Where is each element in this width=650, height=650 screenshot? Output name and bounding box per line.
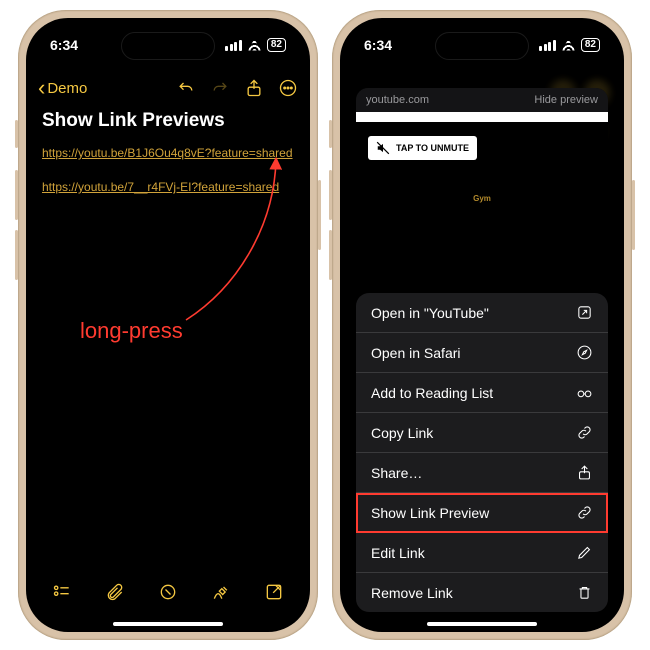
menu-label: Open in Safari — [371, 345, 461, 361]
tap-to-unmute-button[interactable]: TAP TO UNMUTE — [368, 136, 477, 160]
page-title: Show Link Previews — [42, 110, 294, 132]
share-icon[interactable] — [244, 78, 264, 98]
battery-indicator: 82 — [581, 38, 600, 52]
redo-icon — [210, 78, 230, 98]
link-icon — [576, 504, 593, 521]
handwriting-icon[interactable] — [211, 582, 231, 602]
menu-label: Add to Reading List — [371, 385, 493, 401]
undo-icon[interactable] — [176, 78, 196, 98]
back-button[interactable]: ‹ Demo — [38, 77, 87, 99]
menu-copy-link[interactable]: Copy Link — [356, 413, 608, 453]
context-menu: Open in "YouTube" Open in Safari Add to … — [356, 293, 608, 612]
attachment-icon[interactable] — [105, 582, 125, 602]
link-icon — [576, 424, 593, 441]
menu-label: Edit Link — [371, 545, 425, 561]
menu-label: Share… — [371, 465, 422, 481]
status-time: 6:34 — [50, 37, 78, 53]
wifi-icon — [247, 40, 262, 51]
link-1[interactable]: https://youtu.be/B1J6Ou4q8vE?feature=sha… — [42, 146, 294, 160]
phone-right: 6:34 82 youtube.com Hide preview TAP — [332, 10, 632, 640]
menu-label: Show Link Preview — [371, 505, 489, 521]
menu-open-in-youtube[interactable]: Open in "YouTube" — [356, 293, 608, 333]
wifi-icon — [561, 40, 576, 51]
checklist-icon[interactable] — [52, 582, 72, 602]
trash-icon — [576, 584, 593, 601]
menu-label: Copy Link — [371, 425, 433, 441]
dynamic-island — [435, 32, 529, 60]
menu-add-reading-list[interactable]: Add to Reading List — [356, 373, 608, 413]
share-icon — [576, 464, 593, 481]
preview-url-bar — [356, 112, 608, 122]
unmute-label: TAP TO UNMUTE — [396, 143, 469, 153]
menu-remove-link[interactable]: Remove Link — [356, 573, 608, 612]
mute-icon — [376, 141, 390, 155]
cellular-icon — [225, 40, 242, 51]
menu-open-in-safari[interactable]: Open in Safari — [356, 333, 608, 373]
menu-show-link-preview[interactable]: Show Link Preview — [356, 493, 608, 533]
open-external-icon — [576, 304, 593, 321]
menu-label: Open in "YouTube" — [371, 305, 489, 321]
phone-left: 6:34 82 ‹ Demo — [18, 10, 318, 640]
home-indicator[interactable] — [113, 622, 223, 626]
preview-domain: youtube.com — [366, 94, 429, 106]
hide-preview-button[interactable]: Hide preview — [534, 94, 598, 106]
battery-indicator: 82 — [267, 38, 286, 52]
link-2[interactable]: https://youtu.be/7__r4FVj-EI?feature=sha… — [42, 180, 294, 194]
compass-icon — [576, 344, 593, 361]
home-indicator[interactable] — [427, 622, 537, 626]
screen-left: 6:34 82 ‹ Demo — [26, 18, 310, 632]
glasses-icon — [576, 384, 593, 401]
screen-right: 6:34 82 youtube.com Hide preview TAP — [340, 18, 624, 632]
bottom-toolbar — [26, 568, 310, 616]
pencil-icon — [576, 544, 593, 561]
menu-share[interactable]: Share… — [356, 453, 608, 493]
annotation-label: long-press — [80, 318, 183, 344]
menu-edit-link[interactable]: Edit Link — [356, 533, 608, 573]
nav-bar: ‹ Demo — [26, 70, 310, 106]
status-time: 6:34 — [364, 37, 392, 53]
menu-label: Remove Link — [371, 585, 453, 601]
dynamic-island — [121, 32, 215, 60]
preview-video-area[interactable]: TAP TO UNMUTE Gym — [356, 122, 608, 322]
back-label: Demo — [47, 80, 87, 97]
preview-video-title: Gym — [473, 194, 491, 203]
markup-icon[interactable] — [158, 582, 178, 602]
more-icon[interactable] — [278, 78, 298, 98]
chevron-left-icon: ‹ — [38, 77, 45, 99]
compose-icon[interactable] — [264, 582, 284, 602]
cellular-icon — [539, 40, 556, 51]
